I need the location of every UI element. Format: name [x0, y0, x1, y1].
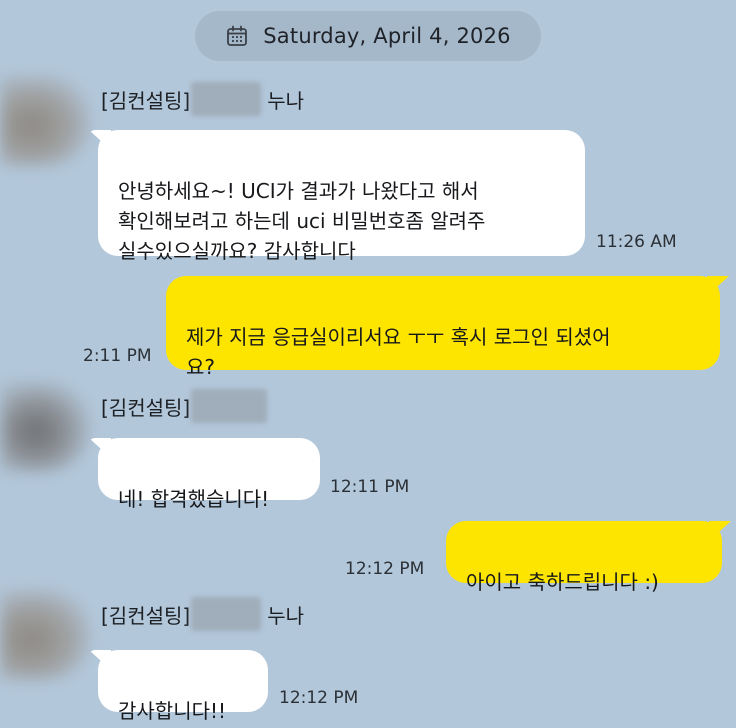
message-text: 네! 합격했습니다!: [118, 487, 270, 511]
message-time: 2:11 PM: [83, 346, 152, 366]
sender-name: [김컨설팅] 누나: [101, 597, 304, 631]
redacted-name: [191, 597, 262, 631]
message-text: 안녕하세요~! UCI가 결과가 나왔다고 해서 확인해보려고 하는데 uci …: [118, 179, 486, 263]
chat-window: Saturday, April 4, 2026 [김컨설팅] 누나 안녕하세요~…: [0, 0, 736, 728]
date-label: Saturday, April 4, 2026: [263, 24, 511, 48]
avatar[interactable]: [0, 590, 90, 680]
sender-prefix: [김컨설팅]: [101, 603, 191, 628]
message-time: 11:26 AM: [596, 232, 677, 252]
sender-suffix: 누나: [267, 603, 305, 628]
sender-name: [김컨설팅]: [101, 389, 273, 423]
sender-name: [김컨설팅] 누나: [101, 82, 304, 116]
message-time: 12:12 PM: [279, 688, 359, 708]
message-text: 아이고 축하드립니다 :): [466, 570, 659, 594]
avatar[interactable]: [0, 382, 90, 472]
message-bubble-outgoing[interactable]: 제가 지금 응급실이리서요 ㅜㅜ 혹시 로그인 되셨어 요?: [166, 276, 720, 379]
message-text: 제가 지금 응급실이리서요 ㅜㅜ 혹시 로그인 되셨어 요?: [186, 325, 611, 379]
sender-prefix: [김컨설팅]: [101, 88, 191, 113]
sender-suffix: 누나: [267, 88, 305, 113]
message-time: 12:11 PM: [330, 477, 410, 497]
message-bubble-outgoing[interactable]: 아이고 축하드립니다 :): [446, 521, 722, 594]
message-bubble-incoming[interactable]: 감사합니다!!: [98, 650, 268, 723]
message-text: 감사합니다!!: [118, 699, 227, 723]
sender-prefix: [김컨설팅]: [101, 395, 191, 420]
message-bubble-incoming[interactable]: 네! 합격했습니다!: [98, 438, 320, 511]
avatar[interactable]: [0, 76, 90, 166]
redacted-name: [191, 82, 262, 116]
redacted-name: [191, 389, 268, 423]
message-bubble-incoming[interactable]: 안녕하세요~! UCI가 결과가 나왔다고 해서 확인해보려고 하는데 uci …: [98, 130, 585, 263]
date-divider: Saturday, April 4, 2026: [195, 11, 541, 61]
calendar-icon: [225, 24, 249, 48]
message-time: 12:12 PM: [345, 559, 425, 579]
